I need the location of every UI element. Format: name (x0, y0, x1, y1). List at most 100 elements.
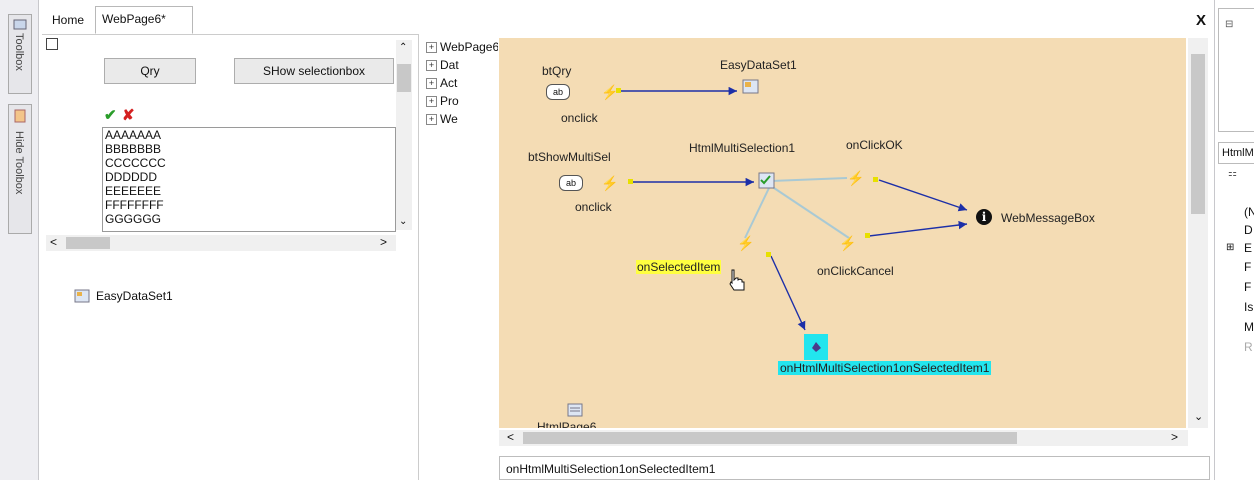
tree-item[interactable]: + WebPage6 (426, 40, 498, 56)
htmlpage-label[interactable]: HtmlPage6 (537, 420, 596, 428)
connector-line (744, 187, 770, 239)
selection-listbox[interactable]: AAAAAAA BBBBBBB CCCCCCC DDDDDD EEEEEEE F… (102, 127, 396, 232)
scroll-down-icon[interactable]: ⌄ (1194, 410, 1203, 423)
event-icon: ⚡ (839, 235, 856, 252)
onclickok-label[interactable]: onClickOK (846, 138, 903, 152)
tab-home[interactable]: Home (46, 8, 90, 32)
scroll-up-icon[interactable]: ⌃ (399, 42, 407, 53)
hide-toolbox-button[interactable]: Hide Toolbox (8, 104, 32, 234)
multiselection-node-label[interactable]: HtmlMultiSelection1 (689, 141, 795, 155)
easydataset-node-label[interactable]: EasyDataSet1 (720, 58, 797, 72)
scroll-down-icon[interactable]: ⌄ (399, 216, 407, 227)
scroll-thumb[interactable] (1191, 54, 1205, 214)
expand-icon[interactable]: + (426, 60, 437, 72)
scroll-left-icon[interactable]: < (507, 430, 514, 444)
cross-icon[interactable]: ✘ (122, 106, 135, 124)
connection-arrow (878, 179, 968, 212)
list-item[interactable]: AAAAAAA (105, 128, 395, 142)
expand-icon[interactable]: + (426, 78, 437, 90)
webmessagebox-label[interactable]: WebMessageBox (1001, 211, 1095, 225)
event-icon: ⚡ (737, 235, 754, 252)
expand-icon[interactable]: + (426, 114, 437, 126)
hide-toolbox-icon (14, 109, 26, 123)
toolbox-button[interactable]: Toolbox (8, 14, 32, 94)
list-item[interactable]: GGGGGG (105, 212, 395, 226)
connector-dot (873, 177, 878, 182)
property-row[interactable]: F (1244, 280, 1251, 294)
scroll-thumb[interactable] (66, 237, 110, 249)
canvas-vscrollbar[interactable]: ⌄ (1188, 38, 1208, 428)
connector-line (770, 177, 848, 182)
expand-icon[interactable]: ⊞ (1226, 242, 1234, 253)
hand-cursor-icon (729, 269, 745, 291)
connection-arrow (770, 255, 806, 331)
list-item[interactable]: DDDDDD (105, 170, 395, 184)
tab-bar (42, 0, 1212, 34)
property-row[interactable]: D (1244, 223, 1253, 237)
tree-item[interactable]: + Pro (426, 94, 498, 110)
connector-line (770, 185, 850, 239)
property-row[interactable]: (N (1244, 205, 1254, 219)
scroll-right-icon[interactable]: > (380, 235, 387, 249)
btshowmultisel-label[interactable]: btShowMultiSel (528, 150, 611, 164)
dataset-icon[interactable] (742, 78, 760, 96)
scroll-thumb[interactable] (523, 432, 1017, 444)
property-row[interactable]: R (1244, 340, 1253, 354)
btqry-button-icon[interactable]: ab (546, 84, 570, 100)
designer-hscrollbar[interactable]: < > (46, 235, 396, 251)
collapse-toggle-icon[interactable] (46, 38, 58, 50)
connector-dot (865, 233, 870, 238)
scroll-right-icon[interactable]: > (1171, 430, 1178, 444)
btqry-label[interactable]: btQry (542, 64, 571, 78)
easydataset-component[interactable]: EasyDataSet1 (74, 288, 173, 304)
scroll-thumb[interactable] (397, 64, 411, 92)
close-tab-button[interactable]: X (1196, 12, 1206, 29)
hide-toolbox-label: Hide Toolbox (13, 131, 25, 195)
dataset-icon (74, 289, 90, 303)
properties-header[interactable]: HtmlM (1218, 142, 1254, 164)
toolbox-label: Toolbox (13, 33, 25, 71)
tab-webpage6[interactable]: WebPage6* (95, 6, 193, 34)
page-designer (42, 34, 418, 481)
property-row[interactable]: F (1244, 260, 1251, 274)
expand-icon[interactable]: + (426, 42, 437, 54)
status-bar: onHtmlMultiSelection1onSelectedItem1 (499, 456, 1210, 480)
connector-dot (628, 179, 633, 184)
list-item[interactable]: BBBBBBB (105, 142, 395, 156)
list-item[interactable]: EEEEEEE (105, 184, 395, 198)
onselecteditem-label[interactable]: onSelectedItem (636, 260, 722, 274)
onclick-label[interactable]: onclick (561, 111, 598, 125)
onclickcancel-label[interactable]: onClickCancel (817, 264, 894, 278)
list-item[interactable]: CCCCCCC (105, 156, 395, 170)
onclick-label[interactable]: onclick (575, 200, 612, 214)
tree-item[interactable]: + Act (426, 76, 498, 92)
canvas-hscrollbar[interactable]: < > (499, 430, 1188, 446)
check-icon[interactable]: ✔ (104, 106, 117, 124)
connector-dot (766, 252, 771, 257)
qry-button[interactable]: Qry (104, 58, 196, 84)
toolbox-strip: Toolbox Hide Toolbox (0, 0, 39, 480)
tree-item[interactable]: + Dat (426, 58, 498, 74)
list-item[interactable]: FFFFFFFF (105, 198, 395, 212)
collapse-icon[interactable]: ⊟ (1225, 19, 1233, 30)
info-icon[interactable]: i (976, 209, 992, 225)
tree-item[interactable]: + We (426, 112, 498, 128)
scroll-left-icon[interactable]: < (50, 235, 57, 249)
property-row[interactable]: M (1244, 320, 1254, 334)
outline-box: ⊟ (1218, 8, 1254, 132)
toolbox-icon (13, 19, 27, 30)
handler-label[interactable]: onHtmlMultiSelection1onSelectedItem1 (778, 361, 992, 375)
handler-icon[interactable] (804, 334, 828, 360)
property-row[interactable]: Is (1244, 300, 1253, 314)
property-row[interactable]: E (1244, 241, 1252, 255)
show-selectionbox-button[interactable]: SHow selectionbox (234, 58, 394, 84)
connection-arrow (868, 220, 968, 237)
event-icon: ⚡ (601, 84, 618, 101)
categorized-icon[interactable]: ⚏ (1228, 168, 1237, 179)
expand-icon[interactable]: + (426, 96, 437, 108)
multiselection-icon[interactable] (758, 172, 776, 190)
easydataset-label: EasyDataSet1 (96, 289, 173, 303)
designer-vscrollbar[interactable]: ⌃ ⌄ (396, 40, 412, 230)
btshowmultisel-button-icon[interactable]: ab (559, 175, 583, 191)
htmlpage-icon[interactable] (567, 403, 583, 419)
